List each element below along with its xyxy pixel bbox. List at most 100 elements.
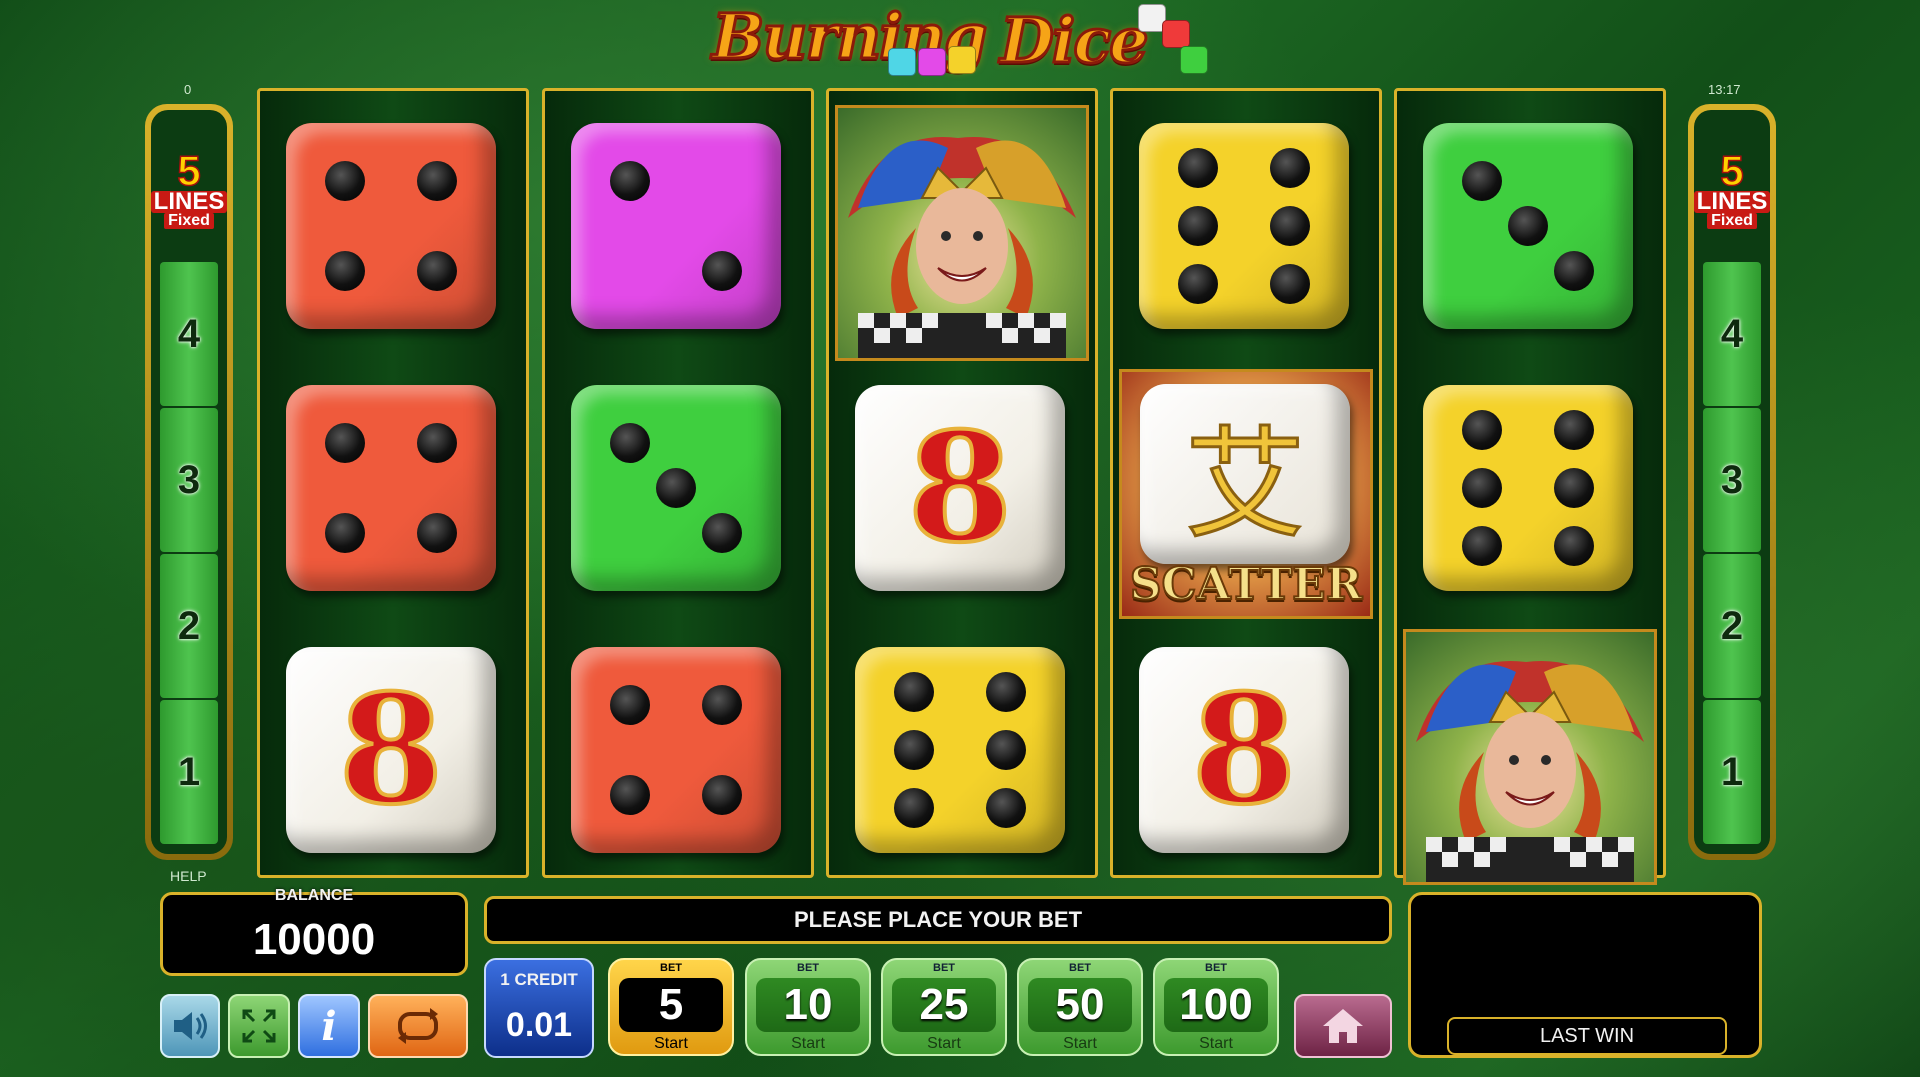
lines-indicator: 5 LINES Fixed xyxy=(150,118,228,262)
bet-start-label: Start xyxy=(791,1035,825,1052)
fullscreen-icon xyxy=(242,1009,276,1043)
logo-die-magenta xyxy=(918,48,946,76)
line-4: 4 xyxy=(160,262,218,406)
logo-die-yellow xyxy=(948,46,976,74)
die-pip xyxy=(656,468,696,508)
bet-value: 50 xyxy=(1028,978,1132,1032)
die-symbol xyxy=(280,375,506,601)
bet-value: 10 xyxy=(756,978,860,1032)
die-pip xyxy=(609,684,650,725)
scatter-frame: 艾 SCATTER xyxy=(1119,369,1373,619)
bet-button-5[interactable]: BET 5 Start xyxy=(608,958,734,1056)
joker-symbol xyxy=(1403,629,1657,885)
joker-icon xyxy=(848,137,1076,358)
bet-caption: BET xyxy=(1205,962,1227,974)
reel-3: 8 xyxy=(826,88,1098,878)
die-pip xyxy=(417,160,458,201)
die-pip xyxy=(1270,263,1311,304)
reel-1: 8 xyxy=(257,88,529,878)
joker-symbol xyxy=(835,105,1089,361)
die-pip xyxy=(324,513,365,554)
die-symbol xyxy=(1417,375,1643,601)
line-4: 4 xyxy=(1703,262,1761,406)
logo-die-green xyxy=(1180,46,1208,74)
die-pip xyxy=(1554,468,1595,508)
die-face xyxy=(855,647,1065,853)
die-pip xyxy=(1461,410,1502,451)
bet-start-label: Start xyxy=(1063,1035,1097,1052)
lines-mode: Fixed xyxy=(164,213,214,229)
balance-box: BALANCE 10000 xyxy=(160,887,468,976)
lines-count: 5 xyxy=(1720,147,1745,194)
die-pip xyxy=(609,422,650,463)
die-face: 艾 xyxy=(1140,384,1350,564)
bet-button-50[interactable]: BET 50 Start xyxy=(1017,958,1143,1056)
die-face xyxy=(1139,123,1349,329)
bet-button-25[interactable]: BET 25 Start xyxy=(881,958,1007,1056)
die-pip xyxy=(1177,206,1218,246)
die-pip xyxy=(324,251,365,292)
eight-glyph: 8 xyxy=(906,398,1014,578)
sound-button[interactable] xyxy=(160,994,220,1058)
credit-value: 0.01 xyxy=(505,1006,573,1044)
die-pip xyxy=(417,513,458,554)
die-face: 8 xyxy=(855,385,1065,591)
die-pip xyxy=(702,513,743,554)
die-symbol xyxy=(1417,113,1643,339)
line-2: 2 xyxy=(1703,554,1761,698)
info-icon: i xyxy=(321,1002,337,1050)
die-symbol xyxy=(565,113,791,339)
die-pip xyxy=(1177,148,1218,189)
message-text: PLEASE PLACE YOUR BET xyxy=(793,907,1083,932)
last-win-label-frame: LAST WIN xyxy=(1447,1017,1727,1055)
die-pip xyxy=(986,787,1027,828)
scatter-symbol: 艾 SCATTER xyxy=(1119,369,1373,619)
die-pip xyxy=(1554,251,1595,292)
bet-caption: BET xyxy=(797,962,819,974)
help-link[interactable]: HELP xyxy=(170,868,207,884)
die-face xyxy=(286,123,496,329)
bet-button-100[interactable]: BET 100 Start xyxy=(1153,958,1279,1056)
logo-die-cyan xyxy=(888,48,916,76)
bet-caption: BET xyxy=(1069,962,1091,974)
eight-die-symbol: 8 xyxy=(849,375,1075,601)
bet-start-label: Start xyxy=(927,1035,961,1052)
reel-4: 艾 SCATTER 8 xyxy=(1110,88,1382,878)
last-win-label: LAST WIN xyxy=(1539,1024,1635,1047)
scatter-label: SCATTER xyxy=(1129,558,1364,611)
reel-5 xyxy=(1394,88,1666,885)
die-pip xyxy=(986,672,1027,713)
line-3: 3 xyxy=(160,408,218,552)
autoplay-button[interactable] xyxy=(368,994,468,1058)
die-pip xyxy=(1508,206,1548,246)
line-1: 1 xyxy=(1703,700,1761,844)
lines-indicator: 5 LINES Fixed xyxy=(1693,118,1771,262)
lines-count: 5 xyxy=(177,147,202,194)
die-pip xyxy=(893,787,934,828)
logo-die-red xyxy=(1162,20,1190,48)
die-pip xyxy=(893,730,934,770)
lines-mode: Fixed xyxy=(1707,213,1757,229)
lines-label: LINES xyxy=(150,190,228,214)
home-button[interactable] xyxy=(1294,994,1392,1058)
reel-2 xyxy=(542,88,814,878)
eight-glyph: 8 xyxy=(1190,660,1298,840)
autoplay-icon xyxy=(398,1008,438,1044)
last-win-box: LAST WIN xyxy=(1408,892,1762,1058)
die-pip xyxy=(1177,263,1218,304)
die-face: 8 xyxy=(1139,647,1349,853)
die-pip xyxy=(609,775,650,816)
speaker-icon xyxy=(174,1012,207,1040)
credit-selector[interactable]: 1 CREDIT 0.01 xyxy=(484,958,594,1058)
bet-button-10[interactable]: BET 10 Start xyxy=(745,958,871,1056)
joker-icon xyxy=(1416,661,1644,882)
message-bar: PLEASE PLACE YOUR BET xyxy=(484,896,1392,944)
info-button[interactable]: i xyxy=(298,994,360,1058)
die-symbol xyxy=(565,637,791,863)
bet-value: 5 xyxy=(619,978,723,1032)
balance-label: BALANCE xyxy=(274,887,354,904)
game-logo: Burning Dice xyxy=(700,0,1220,86)
die-pip xyxy=(1461,525,1502,566)
fullscreen-button[interactable] xyxy=(228,994,290,1058)
die-pip xyxy=(1270,206,1311,246)
